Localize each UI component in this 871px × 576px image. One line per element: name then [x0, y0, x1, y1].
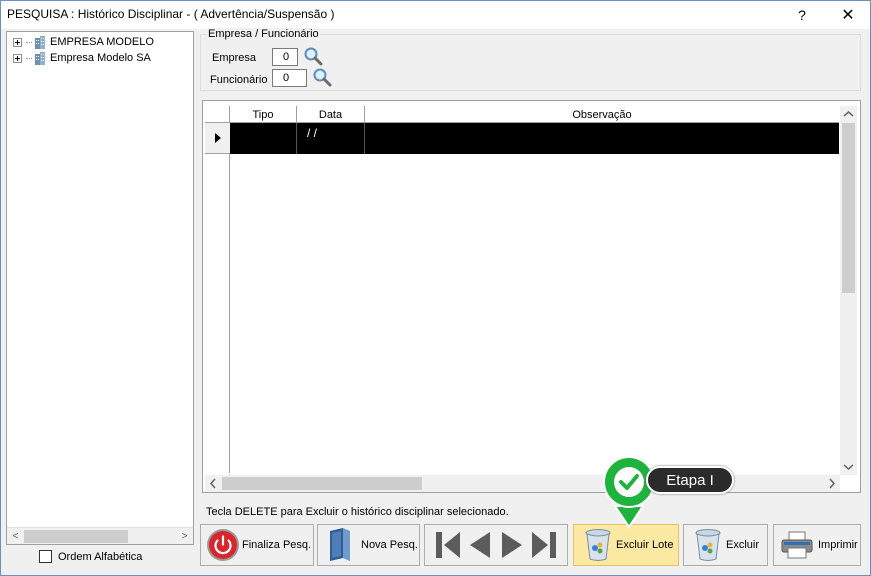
- grid-header: Tipo Data Observação: [205, 106, 839, 123]
- tree-connector: [26, 41, 32, 43]
- excluir-lote-label: Excluir Lote: [616, 539, 674, 551]
- search-icon[interactable]: [303, 46, 323, 66]
- row-indicator[interactable]: [205, 123, 230, 154]
- close-button[interactable]: ✕: [825, 1, 871, 29]
- scroll-left-icon[interactable]: <: [7, 528, 24, 545]
- scroll-right-icon[interactable]: [823, 475, 840, 492]
- building-icon: [35, 51, 45, 65]
- expand-icon[interactable]: [13, 37, 22, 47]
- current-row-arrow-icon: [214, 133, 221, 143]
- column-header-data[interactable]: Data: [297, 106, 365, 123]
- power-icon: [207, 529, 239, 561]
- recycle-bin-icon: [585, 529, 611, 561]
- step-label: Etapa I: [646, 466, 734, 494]
- excluir-label: Excluir: [726, 539, 760, 551]
- scroll-thumb[interactable]: [222, 477, 422, 490]
- delete-hint: Tecla DELETE para Excluir o histórico di…: [206, 506, 509, 518]
- first-record-icon[interactable]: [434, 530, 462, 560]
- next-record-icon[interactable]: [498, 530, 526, 560]
- empresa-label: Empresa: [212, 52, 257, 64]
- tree-horizontal-scrollbar[interactable]: < >: [7, 527, 193, 544]
- tree-item-label: EMPRESA MODELO: [50, 36, 154, 48]
- nova-pesq-button[interactable]: Nova Pesq.: [317, 524, 420, 566]
- cell-data[interactable]: / /: [297, 123, 365, 154]
- scroll-right-icon[interactable]: >: [176, 528, 193, 545]
- indicator-header: [205, 106, 230, 123]
- row-indicator-column: [205, 123, 230, 473]
- scroll-down-icon[interactable]: [840, 458, 857, 475]
- funcionario-label: Funcionário: [210, 74, 268, 86]
- expand-icon[interactable]: [13, 53, 22, 63]
- scroll-thumb[interactable]: [842, 123, 855, 293]
- help-button[interactable]: ?: [779, 1, 825, 29]
- empresa-input[interactable]: 0: [272, 48, 298, 66]
- table-row[interactable]: / /: [230, 123, 839, 154]
- funcionario-input[interactable]: 0: [272, 69, 307, 87]
- ordem-alfabetica-checkbox[interactable]: [39, 550, 52, 563]
- tree-item-empresa-modelo-sa[interactable]: Empresa Modelo SA: [13, 50, 151, 66]
- imprimir-button[interactable]: Imprimir: [773, 524, 861, 566]
- finaliza-pesq-label: Finaliza Pesq.: [242, 539, 312, 551]
- search-icon[interactable]: [312, 67, 332, 87]
- company-tree[interactable]: EMPRESA MODELO Empresa Modelo SA < >: [6, 31, 194, 545]
- filter-group-title: Empresa / Funcionário: [207, 28, 320, 40]
- excluir-button[interactable]: Excluir: [683, 524, 768, 566]
- nova-pesq-label: Nova Pesq.: [361, 539, 418, 551]
- cell-tipo[interactable]: [230, 123, 297, 154]
- tree-item-empresa-modelo[interactable]: EMPRESA MODELO: [13, 34, 154, 50]
- book-icon: [330, 528, 350, 561]
- grid-vertical-scrollbar[interactable]: [840, 106, 857, 475]
- scroll-up-icon[interactable]: [840, 106, 857, 123]
- grid-horizontal-scrollbar[interactable]: [205, 475, 840, 492]
- column-header-tipo[interactable]: Tipo: [230, 106, 297, 123]
- scroll-thumb[interactable]: [24, 530, 128, 543]
- last-record-icon[interactable]: [530, 530, 558, 560]
- finaliza-pesq-button[interactable]: Finaliza Pesq.: [200, 524, 314, 566]
- history-grid[interactable]: Tipo Data Observação / /: [202, 100, 861, 493]
- printer-icon: [781, 531, 813, 559]
- building-icon: [35, 35, 45, 49]
- ordem-alfabetica-label: Ordem Alfabética: [58, 550, 143, 563]
- column-header-observacao[interactable]: Observação: [365, 106, 839, 123]
- title-bar: PESQUISA : Histórico Disciplinar - ( Adv…: [1, 1, 870, 29]
- ordem-alfabetica-option[interactable]: Ordem Alfabética: [39, 550, 142, 563]
- recycle-bin-icon: [695, 529, 721, 561]
- scroll-left-icon[interactable]: [205, 475, 222, 492]
- tree-connector: [26, 57, 32, 59]
- tree-item-label: Empresa Modelo SA: [50, 52, 151, 64]
- previous-record-icon[interactable]: [466, 530, 494, 560]
- step-check-icon: [603, 456, 655, 529]
- window-title: PESQUISA : Histórico Disciplinar - ( Adv…: [7, 7, 335, 21]
- imprimir-label: Imprimir: [818, 539, 858, 551]
- window: PESQUISA : Histórico Disciplinar - ( Adv…: [0, 0, 871, 576]
- cell-observacao[interactable]: [365, 123, 839, 154]
- navigation-bar: [424, 524, 568, 566]
